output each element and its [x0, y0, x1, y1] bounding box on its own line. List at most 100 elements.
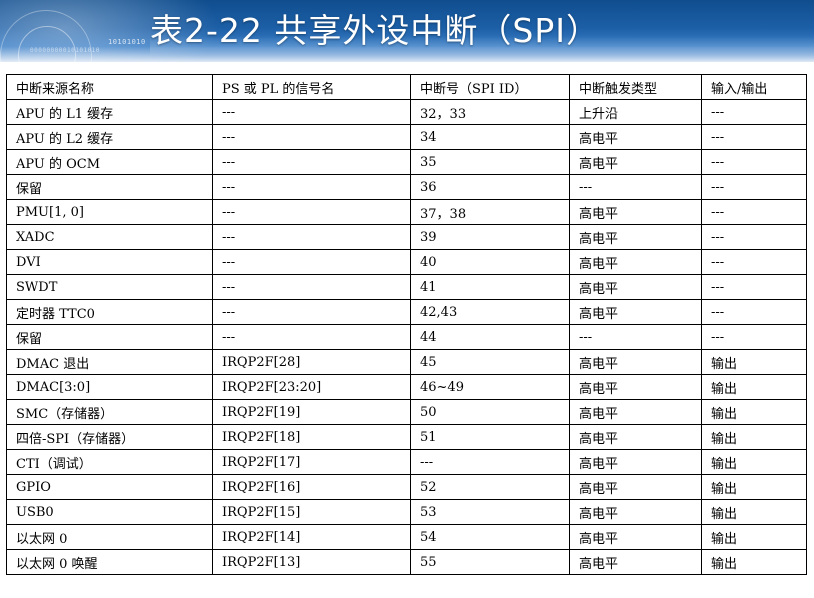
- spi-id-cell: ---: [410, 449, 570, 475]
- io-direction-cell: ---: [701, 174, 807, 200]
- trigger-type-cell: 高电平: [569, 199, 702, 225]
- table-row: GPIO IRQP2F[16] 52 高电平 输出: [6, 474, 807, 500]
- signal-name-cell: ---: [212, 124, 411, 150]
- table-row: CTI（调试） IRQP2F[17] --- 高电平 输出: [6, 449, 807, 475]
- column-header-signal-name: PS 或 PL 的信号名: [212, 74, 411, 100]
- spi-id-cell: 39: [410, 224, 570, 250]
- signal-name-cell: IRQP2F[17]: [212, 449, 411, 475]
- trigger-type-cell: 高电平: [569, 299, 702, 325]
- table-row: DMAC 退出 IRQP2F[28] 45 高电平 输出: [6, 349, 807, 375]
- io-direction-cell: 输出: [701, 549, 807, 575]
- signal-name-cell: ---: [212, 174, 411, 200]
- trigger-type-cell: 高电平: [569, 499, 702, 525]
- trigger-type-cell: ---: [569, 174, 702, 200]
- source-name-cell: CTI（调试）: [6, 449, 213, 475]
- spi-id-cell: 51: [410, 424, 570, 450]
- source-name-cell: APU 的 L1 缓存: [6, 99, 213, 125]
- signal-name-cell: IRQP2F[18]: [212, 424, 411, 450]
- table-header-row: 中断来源名称 PS 或 PL 的信号名 中断号（SPI ID） 中断触发类型 输入/输出: [6, 74, 807, 100]
- signal-name-cell: ---: [212, 249, 411, 275]
- spi-interrupt-table: 中断来源名称 PS 或 PL 的信号名 中断号（SPI ID） 中断触发类型 输入/输出…: [6, 74, 807, 575]
- source-name-cell: SMC（存储器）: [6, 399, 213, 425]
- banner-binary-text-2: 00000000010101010: [30, 47, 100, 54]
- source-name-cell: 四倍-SPI（存储器）: [6, 424, 213, 450]
- io-direction-cell: 输出: [701, 349, 807, 375]
- table-row: DVI --- 40 高电平 ---: [6, 249, 807, 275]
- column-header-io-direction: 输入/输出: [701, 74, 807, 100]
- table-row: 定时器 TTC0 --- 42,43 高电平 ---: [6, 299, 807, 325]
- signal-name-cell: IRQP2F[23:20]: [212, 374, 411, 400]
- signal-name-cell: ---: [212, 224, 411, 250]
- trigger-type-cell: 高电平: [569, 424, 702, 450]
- trigger-type-cell: 高电平: [569, 374, 702, 400]
- io-direction-cell: ---: [701, 99, 807, 125]
- source-name-cell: APU 的 L2 缓存: [6, 124, 213, 150]
- signal-name-cell: ---: [212, 149, 411, 175]
- spi-id-cell: 45: [410, 349, 570, 375]
- signal-name-cell: ---: [212, 199, 411, 225]
- source-name-cell: 定时器 TTC0: [6, 299, 213, 325]
- spi-id-cell: 52: [410, 474, 570, 500]
- table-row: APU 的 OCM --- 35 高电平 ---: [6, 149, 807, 175]
- source-name-cell: 以太网 0 唤醒: [6, 549, 213, 575]
- trigger-type-cell: 高电平: [569, 149, 702, 175]
- signal-name-cell: IRQP2F[16]: [212, 474, 411, 500]
- source-name-cell: 保留: [6, 174, 213, 200]
- table-row: 保留 --- 44 --- ---: [6, 324, 807, 350]
- spi-id-cell: 54: [410, 524, 570, 550]
- signal-name-cell: IRQP2F[15]: [212, 499, 411, 525]
- trigger-type-cell: 高电平: [569, 224, 702, 250]
- io-direction-cell: 输出: [701, 424, 807, 450]
- source-name-cell: 以太网 0: [6, 524, 213, 550]
- trigger-type-cell: 高电平: [569, 274, 702, 300]
- source-name-cell: APU 的 OCM: [6, 149, 213, 175]
- table-row: 以太网 0 IRQP2F[14] 54 高电平 输出: [6, 524, 807, 550]
- table-row: 四倍-SPI（存储器） IRQP2F[18] 51 高电平 输出: [6, 424, 807, 450]
- signal-name-cell: IRQP2F[13]: [212, 549, 411, 575]
- io-direction-cell: ---: [701, 224, 807, 250]
- table-row: SWDT --- 41 高电平 ---: [6, 274, 807, 300]
- spi-id-cell: 42,43: [410, 299, 570, 325]
- spi-id-cell: 36: [410, 174, 570, 200]
- io-direction-cell: 输出: [701, 474, 807, 500]
- slide-title: 表2-22 共享外设中断（SPI）: [150, 11, 600, 50]
- io-direction-cell: ---: [701, 124, 807, 150]
- table-row: SMC（存储器） IRQP2F[19] 50 高电平 输出: [6, 399, 807, 425]
- source-name-cell: 保留: [6, 324, 213, 350]
- source-name-cell: DMAC 退出: [6, 349, 213, 375]
- io-direction-cell: 输出: [701, 449, 807, 475]
- banner-binary-text: 10101010: [108, 38, 146, 46]
- spi-id-cell: 55: [410, 549, 570, 575]
- column-header-source-name: 中断来源名称: [6, 74, 213, 100]
- signal-name-cell: IRQP2F[28]: [212, 349, 411, 375]
- source-name-cell: XADC: [6, 224, 213, 250]
- spi-id-cell: 37，38: [410, 199, 570, 225]
- io-direction-cell: 输出: [701, 374, 807, 400]
- source-name-cell: PMU[1, 0]: [6, 199, 213, 225]
- source-name-cell: USB0: [6, 499, 213, 525]
- interrupt-table-container: 中断来源名称 PS 或 PL 的信号名 中断号（SPI ID） 中断触发类型 输入/输出…: [6, 74, 807, 575]
- io-direction-cell: ---: [701, 149, 807, 175]
- spi-id-cell: 46~49: [410, 374, 570, 400]
- trigger-type-cell: 高电平: [569, 399, 702, 425]
- source-name-cell: SWDT: [6, 274, 213, 300]
- io-direction-cell: ---: [701, 274, 807, 300]
- spi-id-cell: 53: [410, 499, 570, 525]
- table-row: DMAC[3:0] IRQP2F[23:20] 46~49 高电平 输出: [6, 374, 807, 400]
- column-header-trigger-type: 中断触发类型: [569, 74, 702, 100]
- spi-id-cell: 34: [410, 124, 570, 150]
- io-direction-cell: ---: [701, 249, 807, 275]
- io-direction-cell: ---: [701, 199, 807, 225]
- source-name-cell: GPIO: [6, 474, 213, 500]
- spi-id-cell: 40: [410, 249, 570, 275]
- spi-id-cell: 32，33: [410, 99, 570, 125]
- table-row: 以太网 0 唤醒 IRQP2F[13] 55 高电平 输出: [6, 549, 807, 575]
- table-body: APU 的 L1 缓存 --- 32，33 上升沿 --- APU 的 L2 缓存 --- 3…: [6, 99, 807, 575]
- trigger-type-cell: 高电平: [569, 124, 702, 150]
- trigger-type-cell: ---: [569, 324, 702, 350]
- column-header-spi-id: 中断号（SPI ID）: [410, 74, 570, 100]
- source-name-cell: DMAC[3:0]: [6, 374, 213, 400]
- signal-name-cell: ---: [212, 99, 411, 125]
- signal-name-cell: IRQP2F[19]: [212, 399, 411, 425]
- source-name-cell: DVI: [6, 249, 213, 275]
